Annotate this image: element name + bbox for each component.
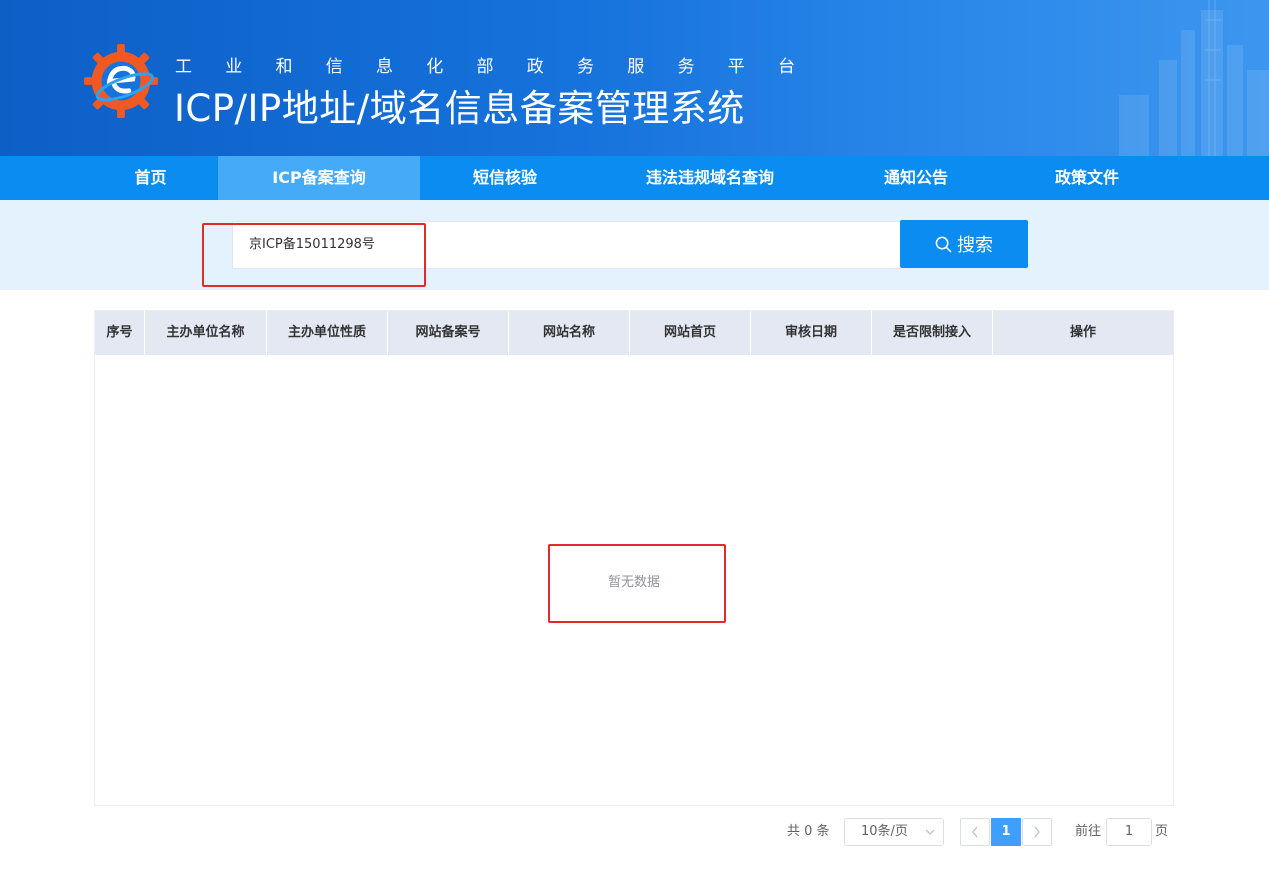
- ministry-subtitle: 工业和信息化部政务服务平台: [175, 52, 795, 77]
- next-page-button[interactable]: [1022, 818, 1052, 846]
- subtitle-char: 和: [275, 57, 293, 77]
- page-number-current[interactable]: 1: [991, 818, 1021, 846]
- search-area: 京ICP备15011298号 搜索: [0, 200, 1269, 290]
- chevron-left-icon: [972, 826, 978, 838]
- nav-item-icp-query[interactable]: ICP备案查询: [218, 156, 420, 200]
- nav-item-notices[interactable]: 通知公告: [830, 156, 1002, 200]
- column-header-record-number: 网站备案号: [388, 311, 509, 355]
- main-nav: 首页 ICP备案查询 短信核验 违法违规域名查询 通知公告 政策文件: [0, 156, 1269, 200]
- column-header-homepage: 网站首页: [630, 311, 751, 355]
- subtitle-char: 务: [677, 57, 695, 77]
- nav-item-sms-verify[interactable]: 短信核验: [420, 156, 590, 200]
- nav-item-home[interactable]: 首页: [83, 156, 218, 200]
- column-header-actions: 操作: [1069, 325, 1096, 340]
- goto-suffix: 页: [1155, 824, 1169, 839]
- subtitle-char: 服: [627, 57, 645, 77]
- site-header: 工 业 和 信 息 化 部 政 务 服 务 平 台 ICP/IP地址/域名信息备案管理系统: [0, 0, 1269, 156]
- page-size-select[interactable]: 10条/页: [844, 818, 944, 846]
- search-icon: [935, 236, 952, 252]
- goto-page-input[interactable]: 1: [1106, 818, 1152, 846]
- column-header-sponsor-type: 主办单位性质: [267, 311, 388, 355]
- column-header-index: 序号: [95, 311, 145, 355]
- empty-state-text: 暂无数据: [607, 575, 660, 590]
- subtitle-char: 工: [175, 57, 192, 77]
- pagination-total: 共 0 条: [787, 824, 830, 839]
- chevron-right-icon: [1034, 826, 1040, 838]
- system-title: ICP/IP地址/域名信息备案管理系统: [174, 87, 745, 130]
- subtitle-char: 部: [476, 57, 494, 77]
- subtitle-char: 平: [727, 57, 745, 77]
- column-header-site-name: 网站名称: [509, 311, 630, 355]
- search-button[interactable]: 搜索: [900, 220, 1028, 268]
- subtitle-char: 业: [225, 57, 243, 77]
- subtitle-char: 政: [526, 57, 544, 77]
- search-input[interactable]: 京ICP备15011298号: [232, 221, 901, 269]
- subtitle-char: 息: [376, 57, 393, 77]
- column-header-sponsor-name: 主办单位名称: [145, 311, 267, 355]
- subtitle-char: 台: [778, 57, 795, 77]
- prev-page-button[interactable]: [960, 818, 990, 846]
- subtitle-char: 务: [577, 57, 594, 77]
- page-size-value: 10条/页: [861, 824, 908, 839]
- column-header-review-date: 审核日期: [751, 311, 872, 355]
- city-skyline-decoration: [1119, 0, 1269, 156]
- chevron-down-icon: [925, 829, 935, 835]
- miit-logo-icon: [83, 43, 159, 119]
- search-button-label: 搜索: [957, 235, 993, 256]
- column-header-access-restricted: 是否限制接入: [872, 311, 993, 355]
- table-header: 序号 主办单位名称 主办单位性质 网站备案号 网站名称 网站首页 审核日期 是否…: [95, 311, 1173, 355]
- goto-prefix: 前往: [1075, 824, 1102, 839]
- subtitle-char: 信: [325, 57, 343, 77]
- nav-item-illegal-domain-query[interactable]: 违法违规域名查询: [590, 156, 830, 200]
- subtitle-char: 化: [426, 57, 444, 77]
- nav-item-policy-docs[interactable]: 政策文件: [1002, 156, 1172, 200]
- results-table: 序号 主办单位名称 主办单位性质 网站备案号 网站名称 网站首页 审核日期 是否…: [94, 310, 1174, 806]
